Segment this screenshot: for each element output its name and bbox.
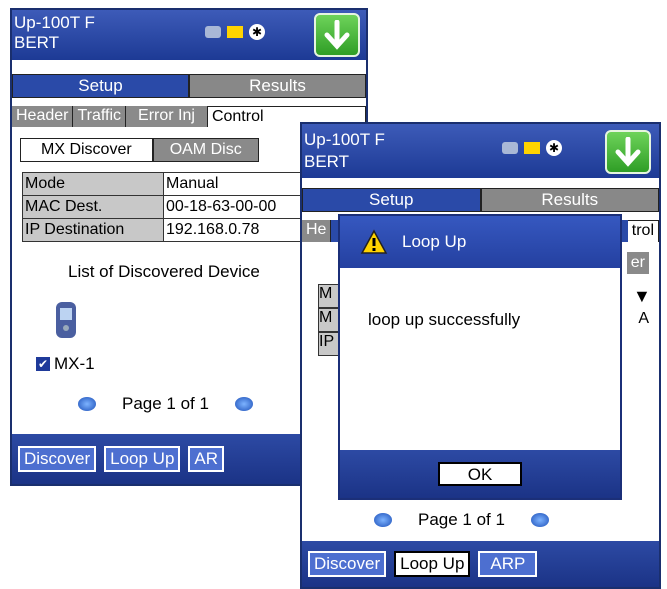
bluetooth-icon: ✱ bbox=[249, 24, 265, 40]
device-screen-right: Up-100T F BERT ✱ Setup Results He trol e… bbox=[300, 122, 661, 589]
handheld-device-icon[interactable] bbox=[52, 300, 82, 342]
control-tabs: MX Discover OAM Disc bbox=[20, 138, 259, 162]
row-label-mode: Mode bbox=[22, 172, 164, 196]
network-icon bbox=[205, 26, 221, 38]
main-tabs: Setup Results bbox=[12, 74, 366, 98]
tab-mx-discover[interactable]: MX Discover bbox=[20, 138, 153, 162]
previous-page-icon[interactable] bbox=[374, 513, 392, 527]
subtab-error-inj[interactable]: Error Inj bbox=[126, 106, 208, 127]
arp-button[interactable]: ARP bbox=[478, 551, 538, 577]
subsub-tab-fragment[interactable]: er bbox=[626, 252, 649, 274]
action-bar: Discover Loop Up ARP bbox=[302, 541, 659, 587]
mac-value-fragment: A bbox=[638, 310, 649, 327]
download-button[interactable] bbox=[605, 130, 651, 174]
arp-button[interactable]: AR bbox=[188, 446, 225, 472]
device-label: MX-1 bbox=[54, 354, 95, 373]
pager: Page 1 of 1 bbox=[78, 394, 253, 414]
loop-up-button[interactable]: Loop Up bbox=[394, 551, 471, 577]
tab-oam-discover[interactable]: OAM Disc bbox=[152, 138, 259, 162]
title-bar: Up-100T F BERT ✱ bbox=[302, 124, 659, 178]
tab-results[interactable]: Results bbox=[189, 74, 366, 98]
checkbox-icon[interactable]: ✔ bbox=[36, 357, 50, 371]
title-line-2: BERT bbox=[14, 33, 60, 52]
title-line-1: Up-100T F bbox=[14, 13, 95, 32]
title-line-2: BERT bbox=[304, 152, 350, 171]
main-tabs: Setup Results bbox=[302, 188, 659, 212]
page-indicator: Page 1 of 1 bbox=[122, 394, 209, 413]
download-button[interactable] bbox=[314, 13, 360, 57]
arrow-down-icon bbox=[615, 137, 641, 167]
ok-button[interactable]: OK bbox=[438, 462, 522, 486]
discover-button[interactable]: Discover bbox=[308, 551, 387, 577]
status-icons: ✱ bbox=[502, 140, 562, 156]
discovered-list-heading: List of Discovered Device bbox=[68, 262, 260, 281]
tab-results[interactable]: Results bbox=[480, 188, 659, 212]
warning-icon bbox=[360, 229, 388, 254]
folder-icon bbox=[227, 26, 243, 38]
dialog-title: Loop Up bbox=[402, 232, 467, 251]
subtab-header[interactable]: He bbox=[302, 220, 332, 242]
next-page-icon[interactable] bbox=[530, 513, 549, 527]
dialog-header: Loop Up bbox=[340, 216, 620, 268]
arrow-down-icon bbox=[324, 20, 350, 50]
tab-setup[interactable]: Setup bbox=[302, 188, 481, 212]
folder-icon bbox=[524, 142, 540, 154]
row-label-mac-dest: MAC Dest. bbox=[22, 195, 164, 219]
subtab-traffic[interactable]: Traffic bbox=[73, 106, 127, 127]
tab-setup[interactable]: Setup bbox=[12, 74, 189, 98]
subtab-control[interactable]: trol bbox=[627, 220, 659, 242]
device-list-item[interactable]: ✔ MX-1 bbox=[36, 354, 95, 374]
loop-up-button[interactable]: Loop Up bbox=[104, 446, 181, 472]
page-indicator: Page 1 of 1 bbox=[418, 510, 505, 529]
status-icons: ✱ bbox=[205, 24, 265, 40]
dialog-message: loop up successfully bbox=[368, 310, 521, 329]
previous-page-icon[interactable] bbox=[78, 397, 96, 411]
bluetooth-icon: ✱ bbox=[546, 140, 562, 156]
network-icon bbox=[502, 142, 518, 154]
title-line-1: Up-100T F bbox=[304, 130, 385, 149]
pager: Page 1 of 1 bbox=[374, 510, 549, 530]
next-page-icon[interactable] bbox=[234, 397, 253, 411]
loop-up-dialog: Loop Up loop up successfully OK bbox=[338, 214, 622, 500]
discover-button[interactable]: Discover bbox=[18, 446, 97, 472]
subtab-header[interactable]: Header bbox=[12, 106, 74, 127]
title-bar: Up-100T F BERT ✱ bbox=[12, 10, 366, 60]
row-label-ip-destination: IP Destination bbox=[22, 218, 164, 242]
dialog-footer: OK bbox=[340, 450, 620, 498]
dropdown-fragment[interactable]: ▼ bbox=[633, 286, 651, 306]
